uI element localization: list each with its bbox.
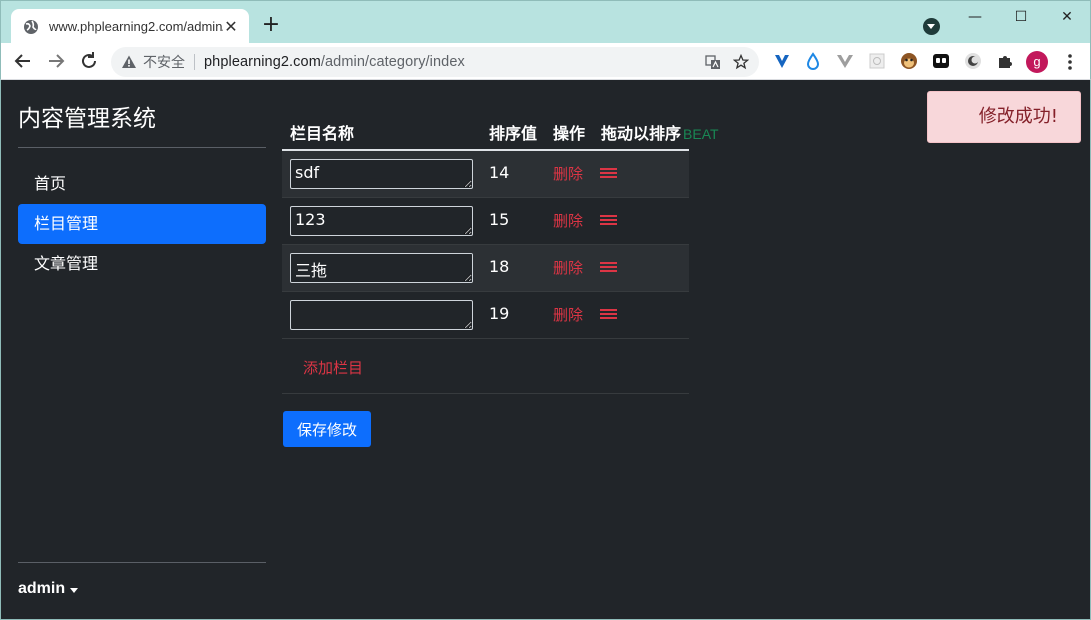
extensions-icon[interactable] <box>996 52 1014 70</box>
extension-eclipse-icon[interactable] <box>964 52 982 70</box>
extension-vue-icon[interactable] <box>836 52 854 70</box>
drag-handle-icon[interactable] <box>600 168 617 179</box>
table-row: 三拖 18 删除 <box>282 245 689 292</box>
sidebar-divider <box>18 147 266 148</box>
table-header: 栏目名称 排序值 操作 拖动以排序 BEAT <box>282 110 719 151</box>
delete-link[interactable]: 删除 <box>553 257 583 278</box>
browser-tab[interactable]: www.phplearning2.com/admin/category/inde… <box>11 9 249 44</box>
header-name: 栏目名称 <box>290 124 355 143</box>
forward-arrow-icon[interactable] <box>44 49 68 73</box>
add-category-row: 添加栏目 <box>282 339 689 394</box>
sidebar-item-articles[interactable]: 文章管理 <box>18 244 266 284</box>
reload-icon[interactable] <box>77 49 101 73</box>
url-host: phplearning2.com <box>204 54 321 70</box>
success-alert: 修改成功! <box>927 91 1081 143</box>
maximize-button[interactable]: ☐ <box>998 5 1044 29</box>
table-row: 19 删除 <box>282 292 689 339</box>
category-name-input[interactable]: 123 <box>290 206 473 236</box>
drag-handle-icon[interactable] <box>600 309 617 320</box>
beat-badge: BEAT <box>683 126 719 142</box>
header-drag-label: 拖动以排序 <box>601 124 682 143</box>
tab-title: www.phplearning2.com/admin/category/inde… <box>49 19 223 34</box>
back-arrow-icon[interactable] <box>11 49 35 73</box>
table-row: 123 15 删除 <box>282 198 689 245</box>
caret-down-icon <box>70 587 79 593</box>
star-icon[interactable] <box>733 54 749 70</box>
drag-handle-icon[interactable] <box>600 215 617 226</box>
delete-link[interactable]: 删除 <box>553 210 583 231</box>
category-table: 栏目名称 排序值 操作 拖动以排序 BEAT sdf 14 删除 123 15 删… <box>282 110 719 394</box>
sidebar-item-categories[interactable]: 栏目管理 <box>18 204 266 244</box>
save-button[interactable]: 保存修改 <box>283 411 371 447</box>
browser-toolbar: 不安全 phplearning2.com/admin/category/inde… <box>0 43 1091 80</box>
security-label[interactable]: 不安全 <box>143 52 185 72</box>
order-value: 15 <box>489 210 510 229</box>
omnibox-divider <box>194 54 195 70</box>
extension-tv-icon[interactable] <box>932 52 950 70</box>
browser-titlebar: www.phplearning2.com/admin/category/inde… <box>0 0 1091 44</box>
translate-icon[interactable] <box>705 54 721 70</box>
order-value: 19 <box>489 304 510 323</box>
category-name-input[interactable]: 三拖 <box>290 253 473 283</box>
sidebar-bottom-divider <box>18 562 266 563</box>
user-menu[interactable]: admin <box>18 580 79 598</box>
order-value: 14 <box>489 163 510 182</box>
category-name-input[interactable] <box>290 300 473 330</box>
page-content: 内容管理系统 首页 栏目管理 文章管理 admin 栏目名称 排序值 操作 拖动… <box>0 80 1091 620</box>
drag-handle-icon[interactable] <box>600 262 617 273</box>
header-order: 排序值 <box>489 124 538 143</box>
url-path: /admin/category/index <box>320 54 465 70</box>
header-drag: 拖动以排序 BEAT <box>601 120 719 144</box>
new-tab-button[interactable]: + <box>259 13 283 37</box>
table-row: sdf 14 删除 <box>282 151 689 198</box>
header-action: 操作 <box>553 124 586 143</box>
brand-title[interactable]: 内容管理系统 <box>18 99 156 133</box>
delete-link[interactable]: 删除 <box>553 163 583 184</box>
kebab-menu-icon[interactable] <box>1061 52 1079 72</box>
extension-grid-icon[interactable] <box>868 52 886 70</box>
minimize-button[interactable]: — <box>952 5 998 29</box>
window-close-button[interactable]: ✕ <box>1044 5 1090 29</box>
user-name: admin <box>18 580 66 597</box>
sidebar-item-home[interactable]: 首页 <box>18 164 266 204</box>
warning-icon[interactable] <box>121 54 137 70</box>
profile-dropdown-icon[interactable] <box>923 18 940 35</box>
extension-vee-icon[interactable] <box>773 52 791 70</box>
order-value: 18 <box>489 257 510 276</box>
add-category-link[interactable]: 添加栏目 <box>303 357 363 378</box>
extension-drop-icon[interactable] <box>804 52 822 70</box>
extension-monkey-icon[interactable] <box>900 52 918 70</box>
profile-avatar[interactable]: g <box>1026 51 1048 73</box>
close-tab-icon[interactable]: ✕ <box>223 17 239 36</box>
url-text[interactable]: phplearning2.com/admin/category/index <box>204 54 465 70</box>
delete-link[interactable]: 删除 <box>553 304 583 325</box>
globe-icon <box>24 19 38 34</box>
category-name-input[interactable]: sdf <box>290 159 473 189</box>
address-bar[interactable]: 不安全 phplearning2.com/admin/category/inde… <box>111 47 759 77</box>
